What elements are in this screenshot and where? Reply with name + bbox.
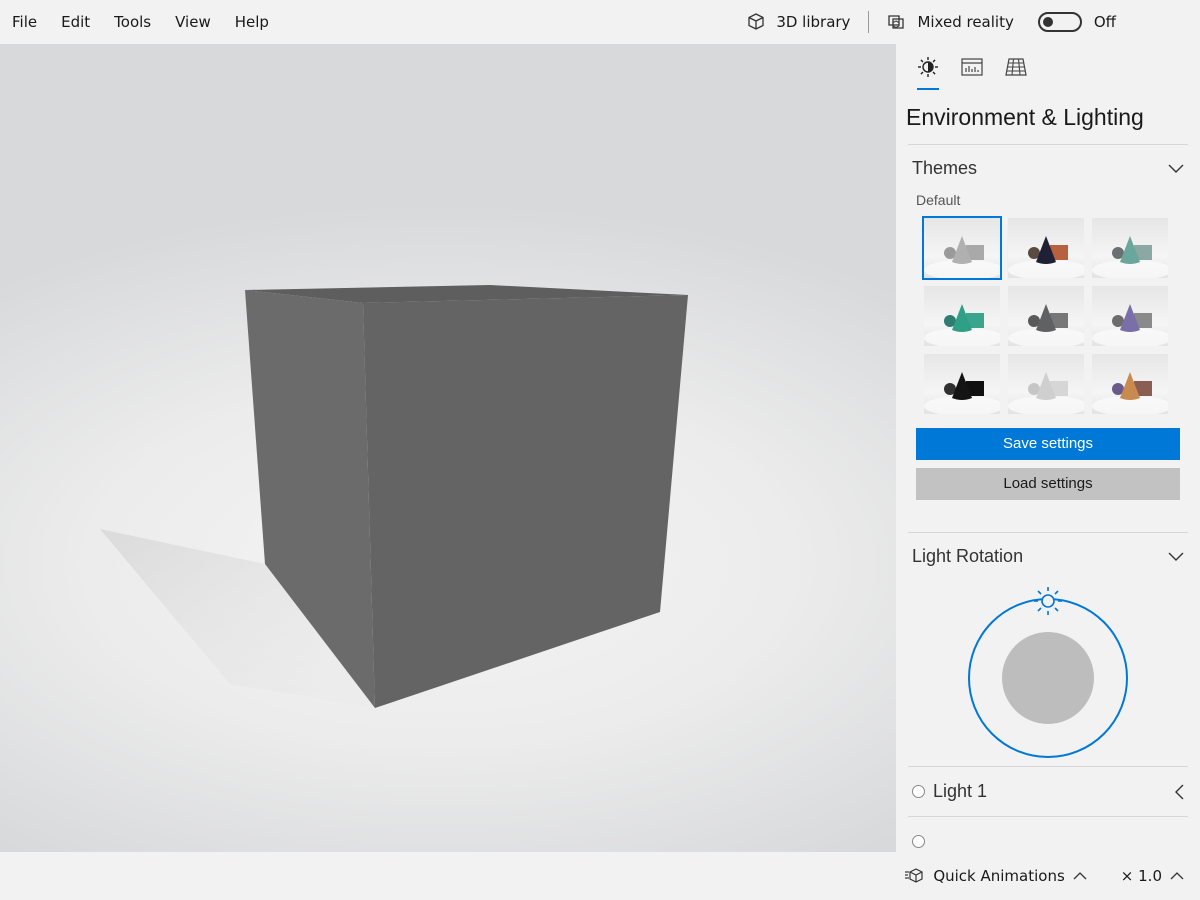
- theme-tile-black[interactable]: [922, 352, 1002, 416]
- theme-current-name: Default: [916, 192, 961, 208]
- theme-tile-grey[interactable]: [1006, 284, 1086, 348]
- menu-bar: File Edit Tools View Help 3D library Mix…: [0, 0, 1200, 44]
- toolbar-separator: [868, 11, 870, 33]
- mixed-reality-toggle[interactable]: [1037, 12, 1082, 32]
- chevron-up-icon: [1170, 872, 1184, 880]
- light-sphere-preview: [1002, 632, 1094, 724]
- mixed-reality-icon: [888, 15, 905, 29]
- theme-tile-teal[interactable]: [922, 284, 1002, 348]
- theme-tile-copper[interactable]: [1006, 216, 1086, 280]
- menu-file[interactable]: File: [0, 0, 49, 44]
- mixed-reality-button[interactable]: Mixed reality: [873, 0, 1027, 44]
- next-light-row[interactable]: [908, 816, 1188, 852]
- theme-tile-default[interactable]: [922, 216, 1002, 280]
- theme-tile-teal-grey[interactable]: [1090, 216, 1170, 280]
- light-1-label: Light 1: [933, 781, 988, 801]
- theme-tile-lavender[interactable]: [1090, 284, 1170, 348]
- panel-tabs: [896, 44, 1200, 90]
- tab-environment[interactable]: [906, 44, 950, 90]
- menu-help[interactable]: Help: [223, 0, 281, 44]
- cube-icon: [748, 13, 764, 30]
- menu-view[interactable]: View: [163, 0, 223, 44]
- theme-tile-sunset[interactable]: [1090, 352, 1170, 416]
- animation-cube-icon: [905, 868, 923, 883]
- chevron-up-icon: [1073, 872, 1087, 880]
- light-1-row[interactable]: Light 1: [908, 766, 1188, 816]
- cube-front-face: [363, 295, 688, 708]
- quick-animations-label: Quick Animations: [933, 867, 1065, 885]
- light-rotation-label: Light Rotation: [912, 546, 1024, 566]
- sun-handle-icon: [1034, 587, 1062, 615]
- themes-header-label: Themes: [912, 158, 978, 178]
- tab-grid[interactable]: [994, 44, 1038, 90]
- mixed-reality-label: Mixed reality: [917, 13, 1014, 31]
- themes-grid: [922, 216, 1200, 416]
- chevron-down-icon: [1168, 552, 1184, 561]
- chevron-left-icon: [1175, 784, 1184, 799]
- light-1-radio[interactable]: [912, 785, 925, 798]
- theme-tile-white[interactable]: [1006, 352, 1086, 416]
- toggle-knob: [1042, 17, 1053, 27]
- load-settings-button[interactable]: Load settings: [916, 468, 1180, 500]
- sun-half-icon: [918, 57, 938, 77]
- menu-tools[interactable]: Tools: [102, 0, 163, 44]
- panel-title: Environment & Lighting: [906, 104, 1144, 130]
- light-rotation-section-header[interactable]: Light Rotation: [908, 532, 1188, 580]
- scene-canvas: [100, 285, 688, 708]
- menu-edit[interactable]: Edit: [49, 0, 102, 44]
- 3d-library-button[interactable]: 3D library: [732, 0, 864, 44]
- 3d-viewport[interactable]: [0, 44, 896, 852]
- quick-animations-button[interactable]: Quick Animations: [897, 852, 1094, 900]
- grid-icon: [1005, 58, 1027, 76]
- mixed-reality-state: Off: [1093, 13, 1116, 31]
- stats-icon: [961, 58, 983, 76]
- animation-speed-label: × 1.0: [1120, 867, 1162, 885]
- themes-section-header[interactable]: Themes: [908, 144, 1188, 192]
- 3d-library-label: 3D library: [776, 13, 851, 31]
- properties-panel: Environment & Lighting Themes Default Sa…: [896, 44, 1200, 852]
- status-bar: Quick Animations × 1.0: [0, 852, 1200, 900]
- chevron-down-icon: [1168, 164, 1184, 173]
- toolbar-right: 3D library Mixed reality Off: [732, 0, 1200, 44]
- light-dial-graphic: [968, 587, 1128, 758]
- tab-stats[interactable]: [950, 44, 994, 90]
- animation-speed-button[interactable]: × 1.0: [1121, 852, 1192, 900]
- light-rotation-dial[interactable]: [896, 580, 1200, 766]
- save-settings-button[interactable]: Save settings: [916, 428, 1180, 460]
- next-light-radio[interactable]: [912, 835, 925, 848]
